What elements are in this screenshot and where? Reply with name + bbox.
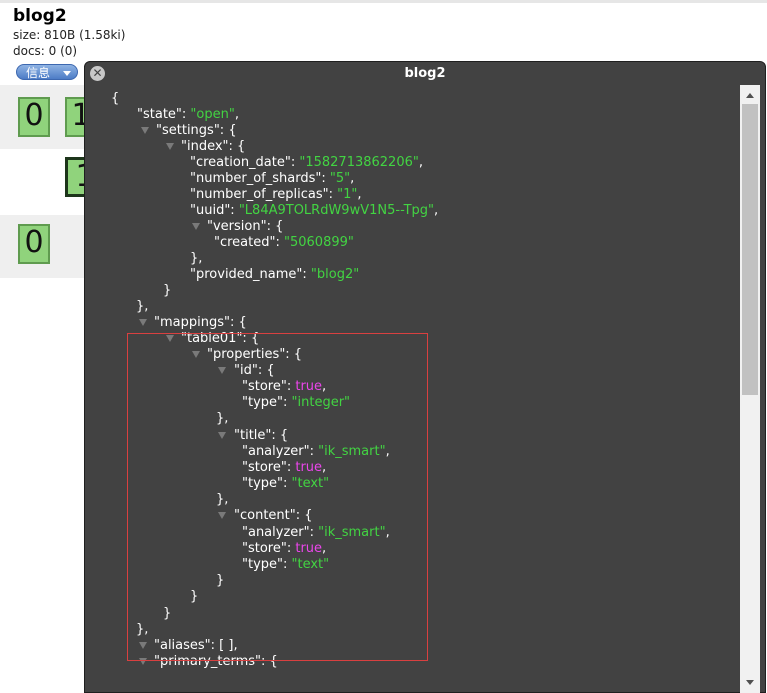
json-string-value: "open" (190, 107, 235, 122)
shard-0[interactable]: 0 (18, 97, 50, 137)
modal-title: blog2 (404, 66, 446, 81)
scroll-down-arrow-icon[interactable] (746, 680, 754, 685)
json-string-value: "1582713862206" (299, 155, 419, 170)
collapse-toggle-icon[interactable] (166, 143, 174, 150)
json-string-value: "L84A9TOLRdW9wV1N5--Tpg" (238, 203, 434, 218)
json-line: "number_of_replicas": "1", (190, 187, 362, 202)
index-title: blog2 (13, 6, 67, 26)
json-line: }, (136, 299, 149, 314)
json-line: "state": "open", (137, 107, 239, 122)
json-line: { (111, 91, 120, 106)
json-string-value: "5060899" (284, 235, 354, 250)
json-line: "index": { (181, 139, 246, 154)
shard-0[interactable]: 0 (18, 224, 50, 264)
json-line: "number_of_shards": "5", (190, 171, 355, 186)
collapse-toggle-icon[interactable] (139, 319, 147, 326)
collapse-toggle-icon[interactable] (192, 223, 200, 230)
json-string-value: "5" (329, 171, 351, 186)
close-icon[interactable]: ✕ (90, 66, 105, 81)
mappings-highlight-box (127, 333, 428, 661)
json-line: "settings": { (156, 123, 237, 138)
json-line: "provided_name": "blog2" (190, 267, 360, 282)
info-dropdown-button[interactable]: 信息 (16, 64, 78, 80)
scrollbar-thumb[interactable] (742, 104, 758, 395)
json-string-value: "1" (337, 187, 358, 202)
info-button-label: 信息 (26, 66, 51, 80)
json-line: } (163, 283, 172, 298)
json-line: }, (190, 251, 203, 266)
json-line: "creation_date": "1582713862206", (190, 155, 423, 170)
collapse-toggle-icon[interactable] (141, 127, 149, 134)
index-docs: docs: 0 (0) (13, 44, 78, 58)
json-line: "created": "5060899" (214, 235, 354, 250)
json-line: "version": { (207, 219, 284, 234)
index-size: size: 810B (1.58ki) (13, 28, 126, 42)
chevron-down-icon (63, 71, 71, 76)
top-border (0, 0, 767, 3)
json-line: "mappings": { (154, 315, 247, 330)
scroll-up-arrow-icon[interactable] (746, 93, 754, 98)
json-line: "uuid": "L84A9TOLRdW9wV1N5--Tpg", (190, 203, 439, 218)
json-string-value: "blog2" (310, 267, 360, 282)
